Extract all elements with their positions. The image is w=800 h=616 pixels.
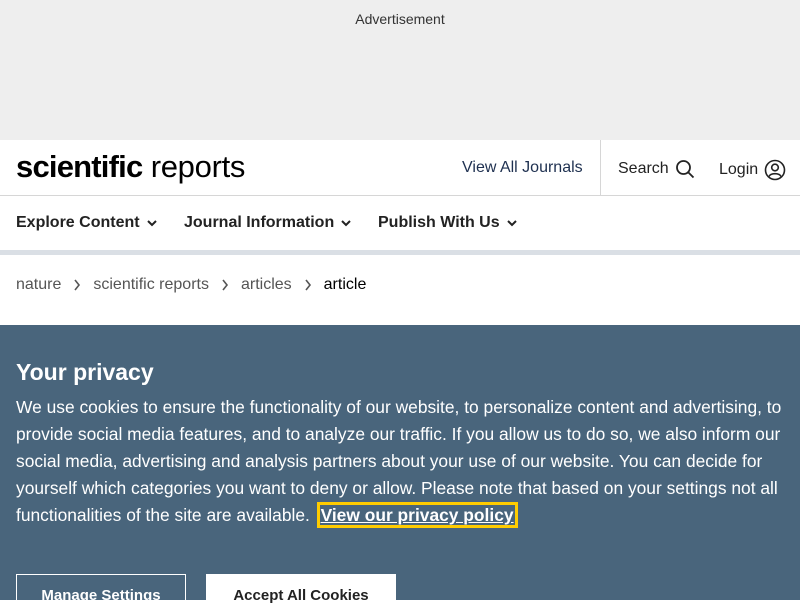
chevron-right-icon — [304, 279, 312, 291]
menu-explore-content[interactable]: Explore Content — [16, 214, 158, 232]
chevron-down-icon — [146, 217, 158, 229]
menu-item-label: Explore Content — [16, 214, 140, 231]
search-label: Search — [618, 160, 669, 177]
search-icon — [675, 159, 695, 179]
logo-regular: reports — [150, 149, 246, 184]
breadcrumb-scientific-reports[interactable]: scientific reports — [93, 276, 209, 294]
main-menu: Explore Content Journal Information Publ… — [0, 196, 800, 255]
breadcrumb-article: article — [323, 276, 367, 293]
site-logo[interactable]: scientific reports — [16, 149, 245, 185]
login-label: Login — [719, 161, 759, 178]
site-header: scientific reports View All Journals Sea… — [0, 140, 800, 196]
privacy-body: We use cookies to ensure the functionali… — [16, 394, 786, 529]
privacy-policy-link[interactable]: View our privacy policy — [316, 502, 518, 528]
manage-settings-button[interactable]: Manage Settings — [16, 574, 186, 616]
menu-item-label: Publish With Us — [378, 214, 500, 231]
chevron-down-icon — [340, 217, 352, 229]
breadcrumb-nature[interactable]: nature — [16, 276, 61, 294]
chevron-right-icon — [73, 279, 81, 291]
privacy-title: Your privacy — [16, 359, 154, 385]
menu-item-label: Journal Information — [184, 214, 335, 231]
privacy-banner: Your privacy We use cookies to ensure th… — [0, 325, 800, 616]
user-icon — [764, 159, 786, 181]
advertisement-area: Advertisement — [0, 0, 800, 140]
header-divider — [600, 140, 601, 195]
chevron-down-icon — [506, 217, 518, 229]
advertisement-label: Advertisement — [355, 11, 445, 27]
chevron-right-icon — [221, 279, 229, 291]
view-all-journals-link[interactable]: View All Journals — [462, 159, 583, 177]
breadcrumb: nature scientific reports articles artic… — [16, 276, 366, 294]
menu-publish-with-us[interactable]: Publish With Us — [378, 214, 518, 232]
logo-bold: scientific — [16, 149, 143, 184]
login-button[interactable]: Login — [719, 159, 786, 181]
breadcrumb-articles[interactable]: articles — [241, 276, 292, 294]
accept-all-cookies-button[interactable]: Accept All Cookies — [206, 574, 396, 616]
menu-journal-information[interactable]: Journal Information — [184, 214, 352, 232]
search-button[interactable]: Search — [618, 159, 695, 179]
